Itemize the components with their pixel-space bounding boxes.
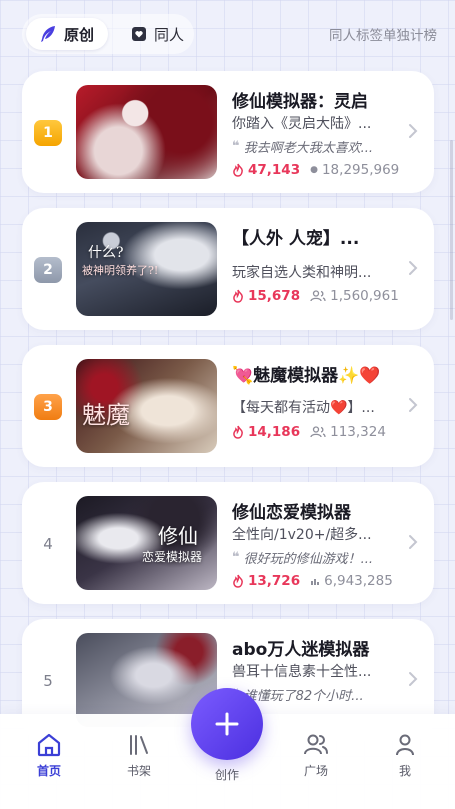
nav-shelf-label: 书架 [126,764,151,778]
item-title: abo万人迷模拟器 [232,640,370,660]
item-title: 修仙模拟器：灵启 [232,92,368,112]
home-icon [37,733,61,757]
users-icon [310,290,326,302]
feather-pen-icon [41,26,55,42]
hot-count: 14,186 [232,424,300,440]
flame-icon [233,425,243,439]
list-item[interactable]: 4 修仙 恋爱模拟器 修仙恋爱模拟器 全性向/1v20+/超多... ❝ 很好玩… [22,482,434,604]
tab-fan-label: 同人 [154,25,185,44]
cover-image [76,85,217,179]
nav-shelf[interactable]: 书架 [109,732,169,779]
list-item[interactable]: 1 修仙模拟器：灵启 你踏入《灵启大陆》... ❝ 我去啊老大我太喜欢... 4… [22,71,434,193]
item-description: 玩家自选人类和神明... [232,265,372,281]
cover-title-2: 恋爱模拟器 [142,550,203,564]
nav-plaza[interactable]: 广场 [286,732,346,779]
nav-home[interactable]: 首页 [19,732,79,779]
cover-image: 什么? 被神明领养了?! [76,222,217,316]
item-quote: ❝ 我去啊老大我太喜欢... [232,137,397,156]
chevron-right-icon [409,398,418,412]
fan-rank-link[interactable]: 同人标签单独计榜 [329,24,437,44]
rank-badge: 3 [34,394,62,420]
tab-fan[interactable]: 同人 [118,18,196,50]
create-label: 创作 [214,768,239,782]
plus-icon [215,712,239,736]
cover-image: 魅魔 [76,359,217,453]
category-switcher: 原创 同人 [22,14,194,54]
top-bar: 原创 同人 同人标签单独计榜 [22,14,437,54]
item-title: 【人外 人宠】... [232,229,360,249]
bookshelf-icon [130,735,148,755]
view-count: 6,943,285 [310,573,393,589]
user-icon [396,734,414,756]
hot-count: 15,678 [232,288,300,304]
cover-title-1: 修仙 [158,524,198,548]
rank-badge: 1 [34,120,62,146]
list-item[interactable]: 2 什么? 被神明领养了?! 【人外 人宠】... 玩家自选人类和神明... 1… [22,208,434,330]
view-count: 1,560,961 [310,288,399,304]
users-icon [310,426,326,438]
view-count: 113,324 [310,424,386,440]
cover-title-1: 什么? [88,245,124,261]
create-button[interactable] [191,688,263,760]
item-title: 💘魅魔模拟器✨❤️ [232,366,381,386]
item-quote-text: 很好玩的修仙游戏！... [243,552,374,567]
item-stats: 14,186 113,324 [232,423,407,441]
dot-icon: ● [310,165,318,175]
item-quote: ❝ 谁懂玩了82个小时... [232,685,397,704]
item-description: 【每天都有活动❤️】... [232,400,375,416]
rank-badge: 4 [43,535,53,553]
chevron-right-icon [409,535,418,549]
flame-icon [233,289,243,303]
list-item[interactable]: 3 魅魔 💘魅魔模拟器✨❤️ 【每天都有活动❤️】... 14,186 113,… [22,345,434,467]
bars-icon [311,579,320,585]
item-stats: 47,143 ● 18,295,969 [232,161,407,179]
nav-me[interactable]: 我 [375,732,435,779]
item-quote-text: 我去啊老大我太喜欢... [243,141,374,156]
tab-original[interactable]: 原创 [26,18,108,50]
view-count: ● 18,295,969 [310,162,400,178]
nav-home-label: 首页 [36,764,61,778]
cover-title-2: 被神明领养了?! [82,264,159,277]
item-description: 兽耳十信息素十全性... [232,664,372,680]
flame-icon [233,574,243,588]
item-description: 你踏入《灵启大陆》... [232,116,372,132]
hot-count: 13,726 [232,573,300,589]
item-description: 全性向/1v20+/超多... [232,527,372,543]
rank-badge: 2 [34,257,62,283]
item-quote: ❝ 很好玩的修仙游戏！... [232,548,397,567]
chevron-right-icon [409,672,418,686]
chevron-right-icon [409,261,418,275]
nav-plaza-label: 广场 [303,764,328,778]
quote-icon: ❝ [232,139,240,154]
rank-badge: 5 [43,672,53,690]
cover-title-1: 魅魔 [82,401,130,429]
tab-original-label: 原创 [64,25,95,44]
item-stats: 13,726 6,943,285 [232,572,407,590]
scrollbar[interactable] [450,140,453,320]
bookmark-heart-icon [132,27,146,41]
users-icon [304,734,328,755]
item-quote-text: 谁懂玩了82个小时... [243,689,364,704]
item-title: 修仙恋爱模拟器 [232,503,351,523]
quote-icon: ❝ [232,550,240,565]
cover-image: 修仙 恋爱模拟器 [76,496,217,590]
chevron-right-icon [409,124,418,138]
flame-icon [233,163,243,177]
nav-me-label: 我 [398,764,411,778]
item-stats: 15,678 1,560,961 [232,287,407,305]
hot-count: 47,143 [232,162,300,178]
